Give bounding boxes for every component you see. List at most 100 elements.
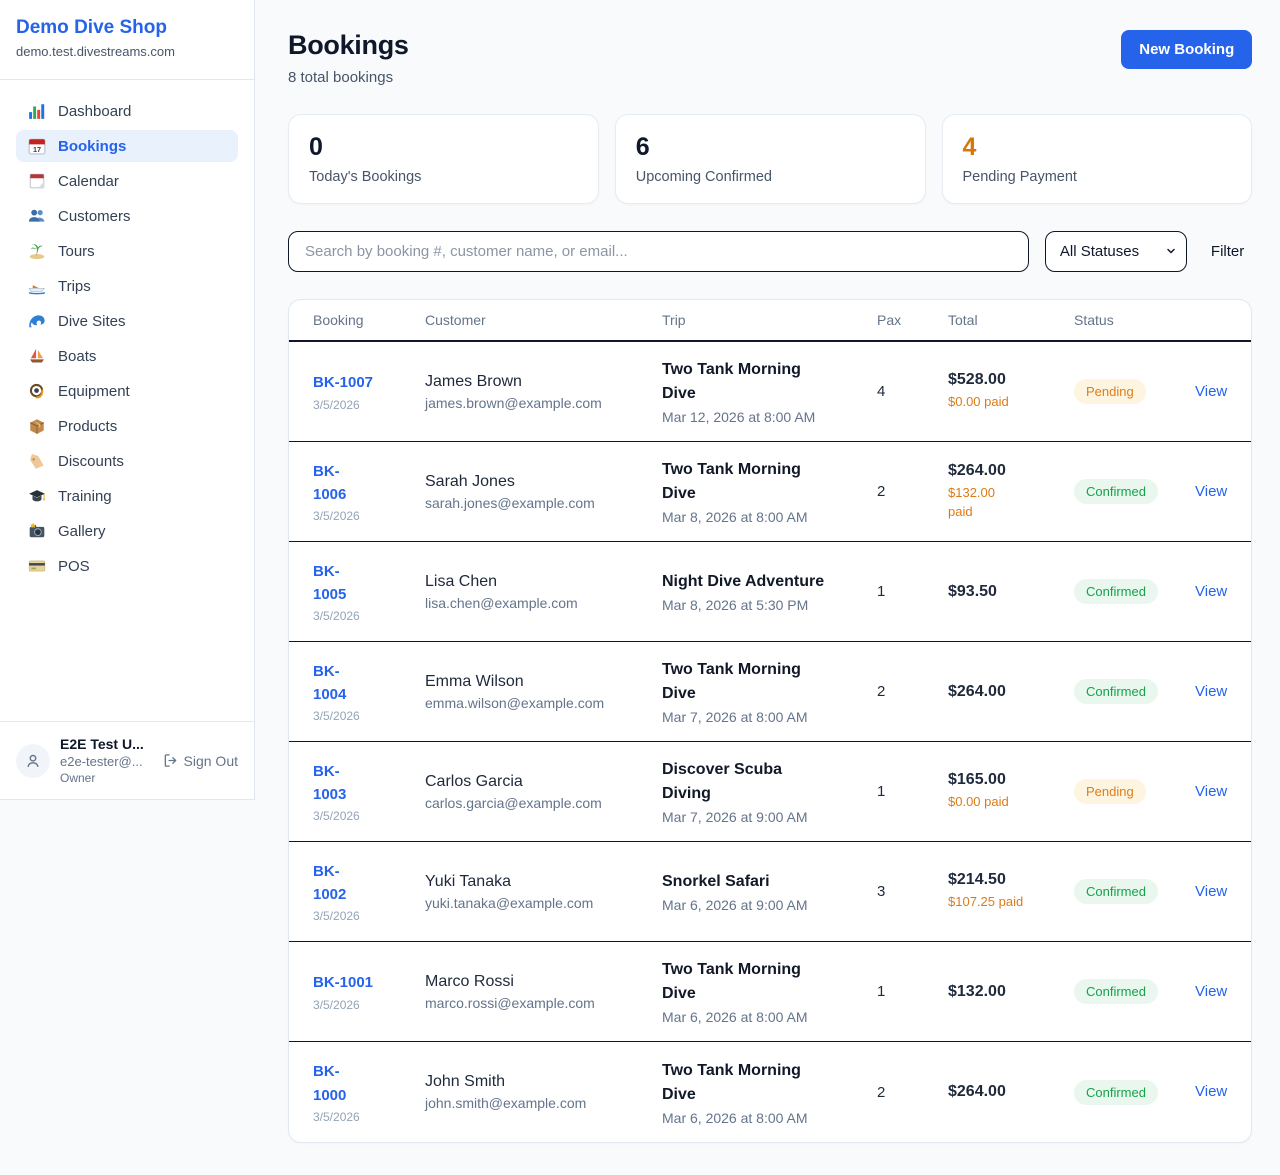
sidebar-item-label: Trips (58, 278, 91, 295)
view-link[interactable]: View (1195, 983, 1227, 1000)
status-badge: Pending (1074, 379, 1146, 404)
customer-name: Lisa Chen (425, 573, 662, 591)
stat-value: 0 (309, 133, 578, 162)
svg-text:17: 17 (33, 145, 41, 154)
sidebar-item-training[interactable]: Training (16, 480, 238, 512)
booking-link[interactable]: BK-1006 (313, 460, 359, 507)
new-booking-button[interactable]: New Booking (1121, 30, 1252, 69)
avatar (16, 744, 50, 778)
customer-cell: Marco Rossimarco.rossi@example.com (425, 973, 662, 1011)
customer-name: John Smith (425, 1073, 662, 1091)
sidebar-item-label: Training (58, 488, 112, 505)
table-row: BK-10073/5/2026James Brownjames.brown@ex… (289, 342, 1251, 442)
trip-datetime: Mar 6, 2026 at 8:00 AM (662, 1110, 877, 1126)
booking-link[interactable]: BK-1002 (313, 860, 359, 907)
booking-link[interactable]: BK-1003 (313, 760, 359, 807)
table-row: BK-10043/5/2026Emma Wilsonemma.wilson@ex… (289, 642, 1251, 742)
user-info: E2E Test U... e2e-tester@... Owner (60, 736, 144, 785)
view-link[interactable]: View (1195, 883, 1227, 900)
trip-datetime: Mar 6, 2026 at 9:00 AM (662, 897, 877, 913)
user-section: E2E Test U... e2e-tester@... Owner Sign … (0, 721, 254, 799)
sidebar-item-pos[interactable]: POS (16, 550, 238, 582)
actions-cell: View (1195, 683, 1227, 701)
booking-link[interactable]: BK-1001 (313, 971, 373, 994)
customer-name: Yuki Tanaka (425, 873, 662, 891)
pax-value: 4 (877, 383, 948, 400)
filter-button[interactable]: Filter (1203, 243, 1252, 260)
table-row: BK-10013/5/2026Marco Rossimarco.rossi@ex… (289, 942, 1251, 1042)
main-content: Bookings 8 total bookings New Booking 0 T… (255, 0, 1280, 1175)
customer-email: carlos.garcia@example.com (425, 795, 662, 811)
filters-row: All Statuses Filter (288, 231, 1252, 272)
total-cell: $132.00 (948, 983, 1074, 1001)
brand-subdomain: demo.test.divestreams.com (16, 44, 238, 59)
booking-date: 3/5/2026 (313, 609, 425, 623)
column-header-pax: Pax (877, 312, 948, 328)
customer-name: Sarah Jones (425, 473, 662, 491)
table-row: BK-10063/5/2026Sarah Jonessarah.jones@ex… (289, 442, 1251, 542)
total-amount: $132.00 (948, 983, 1074, 1001)
trip-datetime: Mar 7, 2026 at 9:00 AM (662, 809, 877, 825)
view-link[interactable]: View (1195, 383, 1227, 400)
booking-cell: BK-10063/5/2026 (313, 460, 425, 524)
stats-row: 0Today's Bookings6Upcoming Confirmed4Pen… (288, 114, 1252, 204)
paid-amount: $107.25 paid (948, 893, 1074, 912)
view-link[interactable]: View (1195, 583, 1227, 600)
trip-cell: Two Tank Morning DiveMar 12, 2026 at 8:0… (662, 358, 877, 425)
sidebar-item-products[interactable]: Products (16, 410, 238, 442)
sidebar-item-customers[interactable]: Customers (16, 200, 238, 232)
sidebar-item-equipment[interactable]: Equipment (16, 375, 238, 407)
sidebar-item-dashboard[interactable]: Dashboard (16, 95, 238, 127)
customer-cell: Yuki Tanakayuki.tanaka@example.com (425, 873, 662, 911)
sidebar-item-gallery[interactable]: Gallery (16, 515, 238, 547)
customer-email: john.smith@example.com (425, 1095, 662, 1111)
sidebar-item-label: Tours (58, 243, 95, 260)
user-role: Owner (60, 771, 144, 785)
trip-name: Two Tank Morning Dive (662, 1059, 834, 1107)
page-header: Bookings 8 total bookings New Booking (288, 30, 1252, 86)
booking-date: 3/5/2026 (313, 398, 425, 412)
status-badge: Confirmed (1074, 679, 1158, 704)
brand: Demo Dive Shop demo.test.divestreams.com (0, 0, 254, 80)
sidebar-item-dive-sites[interactable]: Dive Sites (16, 305, 238, 337)
sidebar-item-calendar[interactable]: Calendar (16, 165, 238, 197)
sidebar-item-boats[interactable]: Boats (16, 340, 238, 372)
actions-cell: View (1195, 383, 1227, 401)
sign-out-button[interactable]: Sign Out (163, 753, 238, 769)
sidebar-item-label: Gallery (58, 523, 106, 540)
sidebar-item-bookings[interactable]: 17Bookings (16, 130, 238, 162)
pos-creditcard-icon (28, 557, 46, 575)
view-link[interactable]: View (1195, 1083, 1227, 1100)
actions-cell: View (1195, 483, 1227, 501)
stat-label: Today's Bookings (309, 169, 578, 185)
booking-cell: BK-1005 3/5/2026 (313, 560, 425, 624)
status-badge: Confirmed (1074, 879, 1158, 904)
customer-name: Carlos Garcia (425, 773, 662, 791)
sidebar-item-discounts[interactable]: Discounts (16, 445, 238, 477)
booking-link[interactable]: BK-1000 (313, 1060, 359, 1107)
booking-link[interactable]: BK-1004 (313, 660, 359, 707)
total-cell: $264.00 (948, 683, 1074, 701)
booking-link[interactable]: BK-1005 (313, 560, 359, 607)
actions-cell: View (1195, 1083, 1227, 1101)
stat-card-today-s-bookings: 0 Today's Bookings (288, 114, 599, 204)
pax-value: 2 (877, 683, 948, 700)
trip-name: Two Tank Morning Dive (662, 958, 834, 1006)
trip-cell: Night Dive AdventureMar 8, 2026 at 5:30 … (662, 570, 877, 613)
logout-icon (163, 753, 178, 768)
sidebar-item-trips[interactable]: Trips (16, 270, 238, 302)
table-row: BK-10053/5/2026Lisa Chenlisa.chen@exampl… (289, 542, 1251, 642)
view-link[interactable]: View (1195, 783, 1227, 800)
booking-link[interactable]: BK-1007 (313, 371, 373, 394)
column-header-customer: Customer (425, 312, 662, 328)
customer-name: James Brown (425, 373, 662, 391)
paid-amount: $0.00 paid (948, 393, 1074, 412)
status-filter-select[interactable]: All Statuses (1045, 231, 1187, 272)
total-cell: $264.00$132.00 paid (948, 462, 1074, 522)
total-cell: $214.50$107.25 paid (948, 871, 1074, 912)
sidebar-item-label: Calendar (58, 173, 119, 190)
view-link[interactable]: View (1195, 483, 1227, 500)
view-link[interactable]: View (1195, 683, 1227, 700)
search-input[interactable] (288, 231, 1029, 272)
sidebar-item-tours[interactable]: Tours (16, 235, 238, 267)
